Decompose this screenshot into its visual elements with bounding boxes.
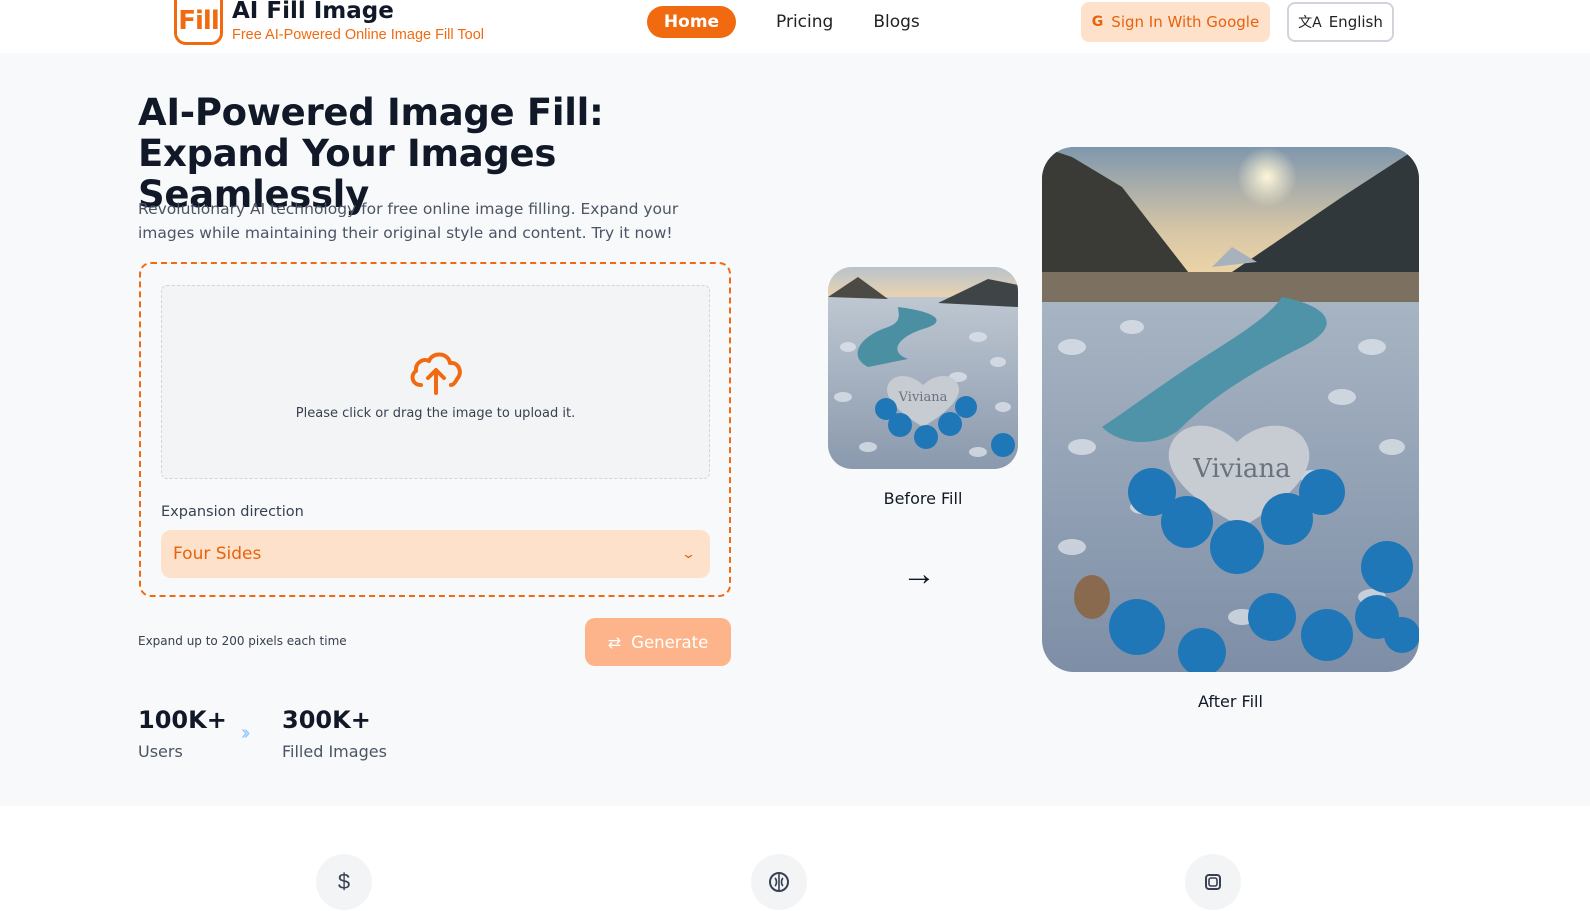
after-fill-image: Viviana [1042,147,1419,672]
nav-home[interactable]: Home [647,6,736,38]
brand-title: AI Fill Image [232,0,394,24]
brand[interactable]: Fill AI Fill Image Free AI-Powered Onlin… [174,0,484,45]
nav-blogs[interactable]: Blogs [873,12,919,32]
after-fill-label: After Fill [1198,692,1263,711]
arrow-right-icon: → [902,555,936,593]
swap-icon: ⇄ [607,632,622,652]
stat-filled-images: 300K+ Filled Images [282,706,387,761]
site-header: Fill AI Fill Image Free AI-Powered Onlin… [0,0,1590,53]
main-nav: Home Pricing Blogs [647,6,920,38]
chevron-down-icon: ⌄ [680,546,697,562]
stat-filled-label: Filled Images [282,742,387,761]
dollar-icon: $ [316,854,372,910]
expansion-direction-select[interactable]: Four Sides ⌄ [161,530,710,578]
generate-button[interactable]: ⇄ Generate [585,618,731,666]
brain-icon [751,854,807,910]
before-fill-image: Viviana [828,267,1018,469]
hero-description: Revolutionary AI technology for free onl… [138,200,679,242]
stat-users: 100K+ Users [138,706,227,761]
stat-users-value: 100K+ [138,706,227,734]
features-section: $ [0,806,1590,911]
cloud-upload-icon [410,352,462,395]
translate-icon: 文A [1298,15,1322,31]
language-button[interactable]: 文A English [1287,2,1394,42]
svg-text:Viviana: Viviana [898,390,948,405]
dropzone-text: Please click or drag the image to upload… [295,406,576,421]
brand-subtitle: Free AI-Powered Online Image Fill Tool [232,27,484,43]
stat-users-label: Users [138,742,183,761]
expansion-direction-value: Four Sides [173,544,262,564]
upload-dropzone[interactable]: Please click or drag the image to upload… [161,285,710,479]
nav-pricing[interactable]: Pricing [776,12,833,32]
google-icon: G [1091,14,1104,30]
logo-icon: Fill [174,0,223,45]
language-label: English [1328,13,1383,31]
upload-card: Please click or drag the image to upload… [139,262,731,597]
double-chevron-icon: ›› [241,722,251,744]
svg-text:Viviana: Viviana [1192,454,1290,484]
before-fill-label: Before Fill [883,489,963,508]
expansion-note: Expand up to 200 pixels each time [138,634,347,648]
layers-icon [1185,854,1241,910]
stat-filled-value: 300K+ [282,706,371,734]
expansion-direction-label: Expansion direction [161,504,304,520]
sign-in-google-button[interactable]: G Sign In With Google [1081,2,1270,42]
sign-in-label: Sign In With Google [1111,13,1260,31]
generate-label: Generate [631,632,709,652]
